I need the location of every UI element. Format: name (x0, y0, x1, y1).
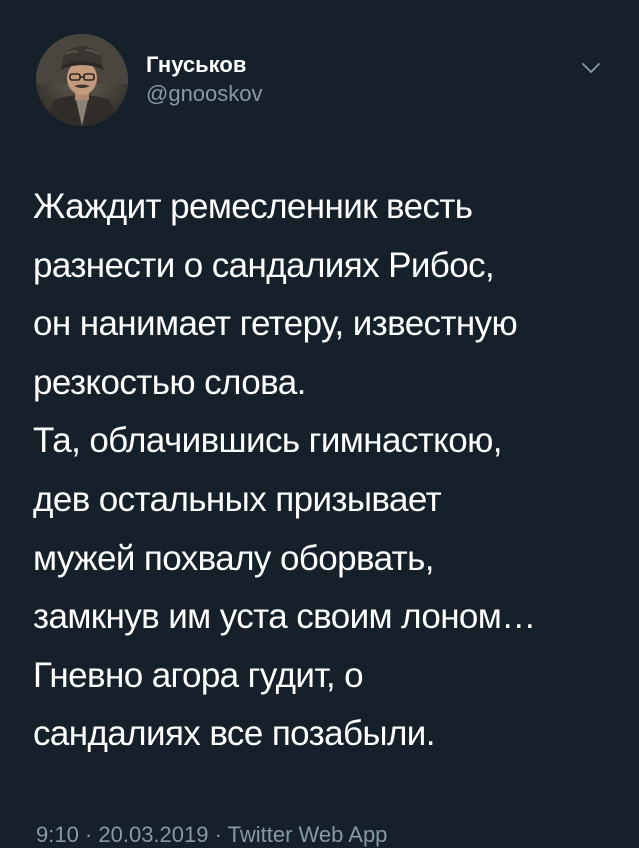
tweet-header: Гнуськов @gnooskov (36, 34, 606, 130)
tweet-text: Жаждит ремесленник весть разнести о санд… (33, 187, 536, 754)
tweet-timestamp[interactable]: 9:10 · 20.03.2019 · Twitter Web App (36, 822, 387, 848)
chevron-down-icon[interactable] (580, 60, 602, 76)
author-display-name[interactable]: Гнуськов (146, 52, 263, 78)
author-handle[interactable]: @gnooskov (146, 80, 263, 108)
tweet-author[interactable]: Гнуськов @gnooskov (146, 52, 263, 108)
avatar-photo (36, 34, 128, 126)
tweet-card: Гнуськов @gnooskov Жаждит ремесленник ве… (0, 0, 639, 847)
avatar[interactable] (36, 34, 128, 126)
